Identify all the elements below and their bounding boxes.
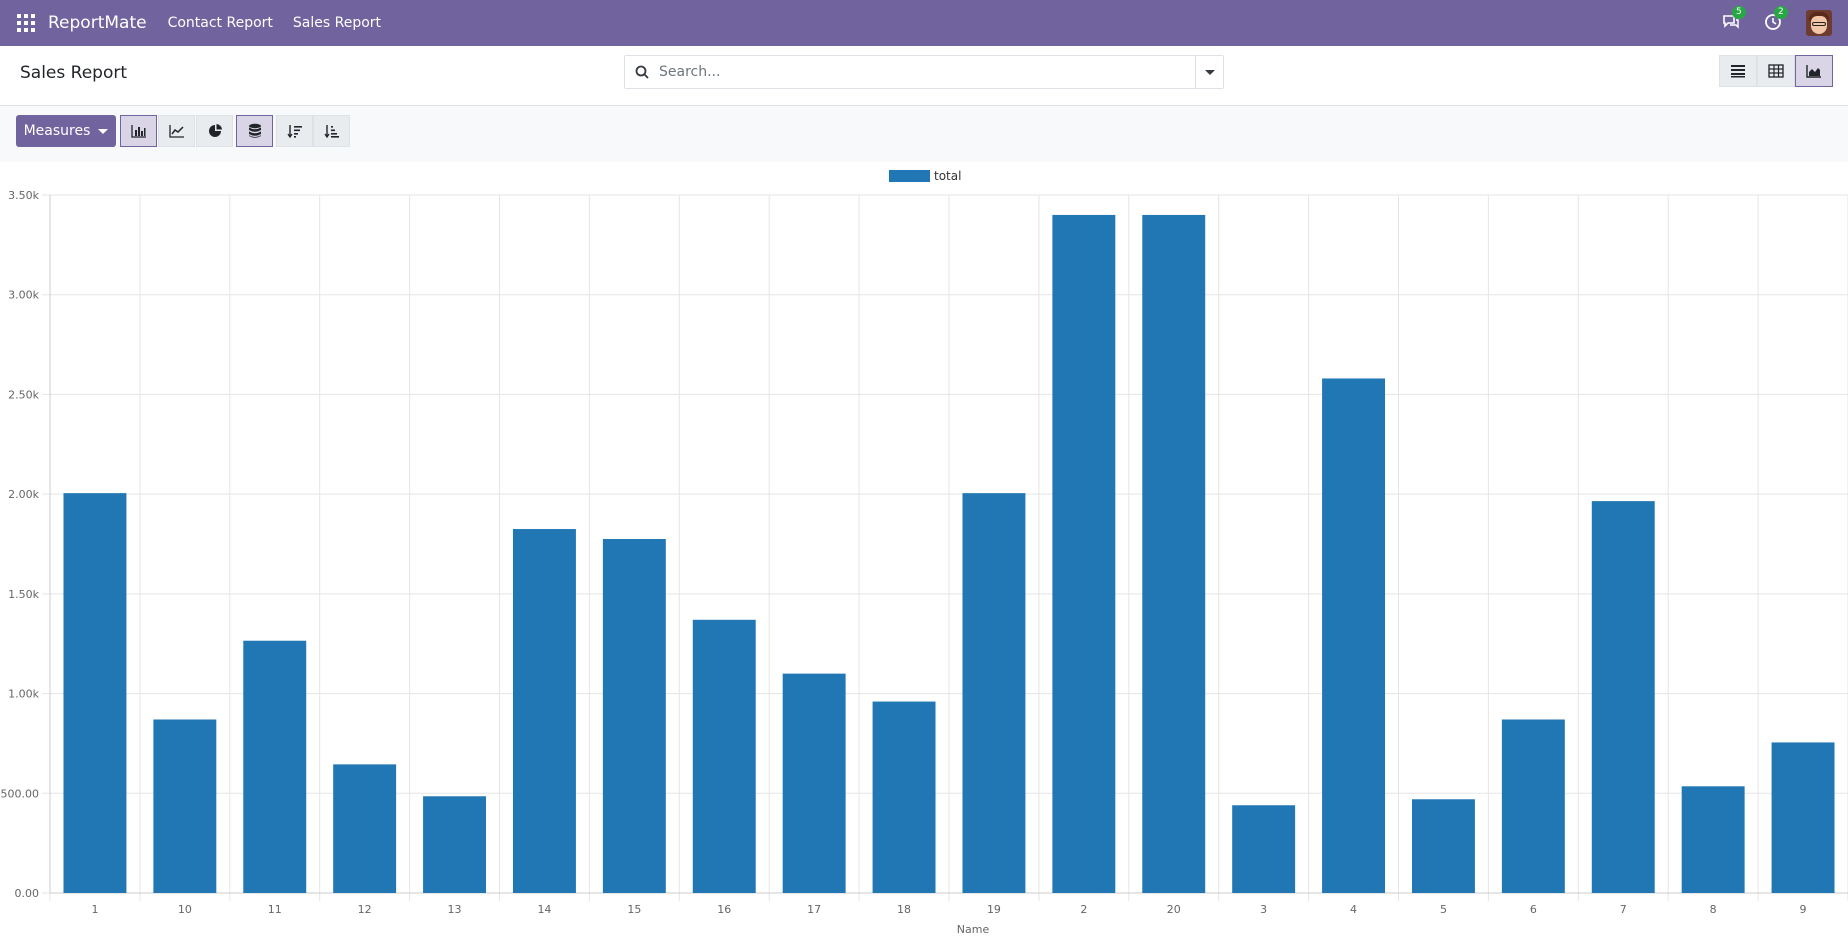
x-tick-label: 8: [1710, 903, 1717, 916]
activities-count-badge: 2: [1774, 6, 1788, 19]
x-tick-label: 10: [178, 903, 192, 916]
sort-asc-icon: [323, 125, 339, 138]
x-tick-label: 5: [1440, 903, 1447, 916]
search-icon: [625, 65, 659, 79]
bar-6: [1501, 719, 1565, 893]
x-tick-label: 14: [537, 903, 551, 916]
y-tick-label: 500.00: [1, 787, 40, 800]
sort-ascending-button[interactable]: [313, 115, 350, 147]
bar-18: [872, 701, 936, 893]
sort-desc-icon: [286, 125, 302, 138]
bar-13: [423, 796, 487, 893]
bar-8: [1681, 786, 1745, 893]
messages-button[interactable]: 5: [1722, 6, 1746, 33]
graph-toolbar: Measures: [0, 106, 1848, 162]
bar-11: [243, 640, 307, 893]
area-chart-icon: [1806, 65, 1821, 78]
stacked-toggle-button[interactable]: [236, 115, 273, 147]
bar-14: [512, 529, 576, 893]
x-tick-label: 17: [807, 903, 821, 916]
x-tick-label: 13: [448, 903, 462, 916]
bar-3: [1232, 805, 1296, 893]
y-tick-label: 3.00k: [8, 289, 39, 302]
x-tick-label: 12: [358, 903, 372, 916]
x-tick-label: 11: [268, 903, 282, 916]
pivot-view-button[interactable]: [1757, 55, 1795, 87]
bar-12: [333, 764, 397, 893]
bar-10: [153, 719, 217, 893]
y-tick-label: 2.00k: [8, 488, 39, 501]
search-options-toggle[interactable]: [1195, 56, 1223, 88]
database-icon: [248, 123, 261, 138]
top-navbar: ReportMate Contact Report Sales Report 5…: [0, 0, 1848, 46]
x-tick-label: 2: [1080, 903, 1087, 916]
nav-link-sales-report[interactable]: Sales Report: [293, 15, 381, 31]
measures-label: Measures: [23, 123, 91, 139]
bar-1: [63, 493, 127, 893]
x-tick-label: 1: [91, 903, 98, 916]
list-icon: [1731, 65, 1745, 78]
messages-count-badge: 5: [1732, 6, 1746, 19]
bar-4: [1322, 378, 1386, 893]
control-panel: Sales Report: [0, 46, 1848, 106]
pie-chart-icon: [208, 124, 222, 137]
bar-9: [1771, 742, 1835, 893]
bar-7: [1591, 501, 1655, 893]
view-switcher: [1719, 55, 1833, 87]
table-icon: [1768, 64, 1784, 78]
search-bar: [624, 55, 1224, 89]
activities-button[interactable]: 2: [1764, 6, 1788, 33]
caret-down-icon: [98, 128, 109, 134]
x-axis-title: Name: [957, 923, 990, 936]
bar-chart-button[interactable]: [120, 115, 157, 147]
bar-chart: 0.00 500.00 1.00k 1.50k 2.00k 2.50k 3.00k 3.50k…: [1, 169, 1848, 936]
brand-name[interactable]: ReportMate: [48, 13, 147, 33]
list-view-button[interactable]: [1719, 55, 1757, 87]
line-chart-button[interactable]: [158, 115, 195, 147]
x-tick-label: 20: [1167, 903, 1181, 916]
x-tick-label: 9: [1800, 903, 1807, 916]
bar-16: [692, 619, 756, 893]
x-tick-label: 3: [1260, 903, 1267, 916]
bar-2: [1052, 214, 1116, 893]
graph-view: 0.00 500.00 1.00k 1.50k 2.00k 2.50k 3.00k 3.50k…: [0, 162, 1848, 944]
line-chart-icon: [168, 125, 184, 138]
x-tick-label: 18: [897, 903, 911, 916]
x-tick-label: 15: [627, 903, 641, 916]
legend-label: total: [934, 169, 961, 183]
search-input[interactable]: [659, 57, 1195, 87]
user-avatar[interactable]: [1806, 10, 1832, 36]
y-tick-label: 0.00: [15, 887, 40, 900]
measures-dropdown-button[interactable]: Measures: [16, 115, 116, 147]
graph-view-button[interactable]: [1795, 55, 1833, 87]
bar-5: [1411, 799, 1475, 893]
y-tick-label: 3.50k: [8, 189, 39, 202]
y-tick-label: 1.00k: [8, 688, 39, 701]
x-tick-label: 19: [987, 903, 1001, 916]
pie-chart-button[interactable]: [196, 115, 233, 147]
nav-link-contact-report[interactable]: Contact Report: [168, 15, 273, 31]
x-tick-label: 16: [717, 903, 731, 916]
x-tick-label: 6: [1530, 903, 1537, 916]
page-title: Sales Report: [20, 63, 128, 83]
y-tick-label: 1.50k: [8, 588, 39, 601]
x-tick-label: 7: [1620, 903, 1627, 916]
bar-15: [602, 539, 666, 893]
bar-19: [962, 493, 1026, 893]
x-tick-label: 4: [1350, 903, 1357, 916]
bar-17: [782, 673, 846, 893]
y-tick-label: 2.50k: [8, 388, 39, 401]
apps-menu-icon[interactable]: [17, 14, 35, 32]
sort-descending-button[interactable]: [276, 115, 313, 147]
legend-swatch: [889, 170, 930, 182]
bar-20: [1142, 214, 1206, 893]
caret-down-icon: [1204, 69, 1215, 75]
bar-chart-icon: [130, 125, 146, 138]
